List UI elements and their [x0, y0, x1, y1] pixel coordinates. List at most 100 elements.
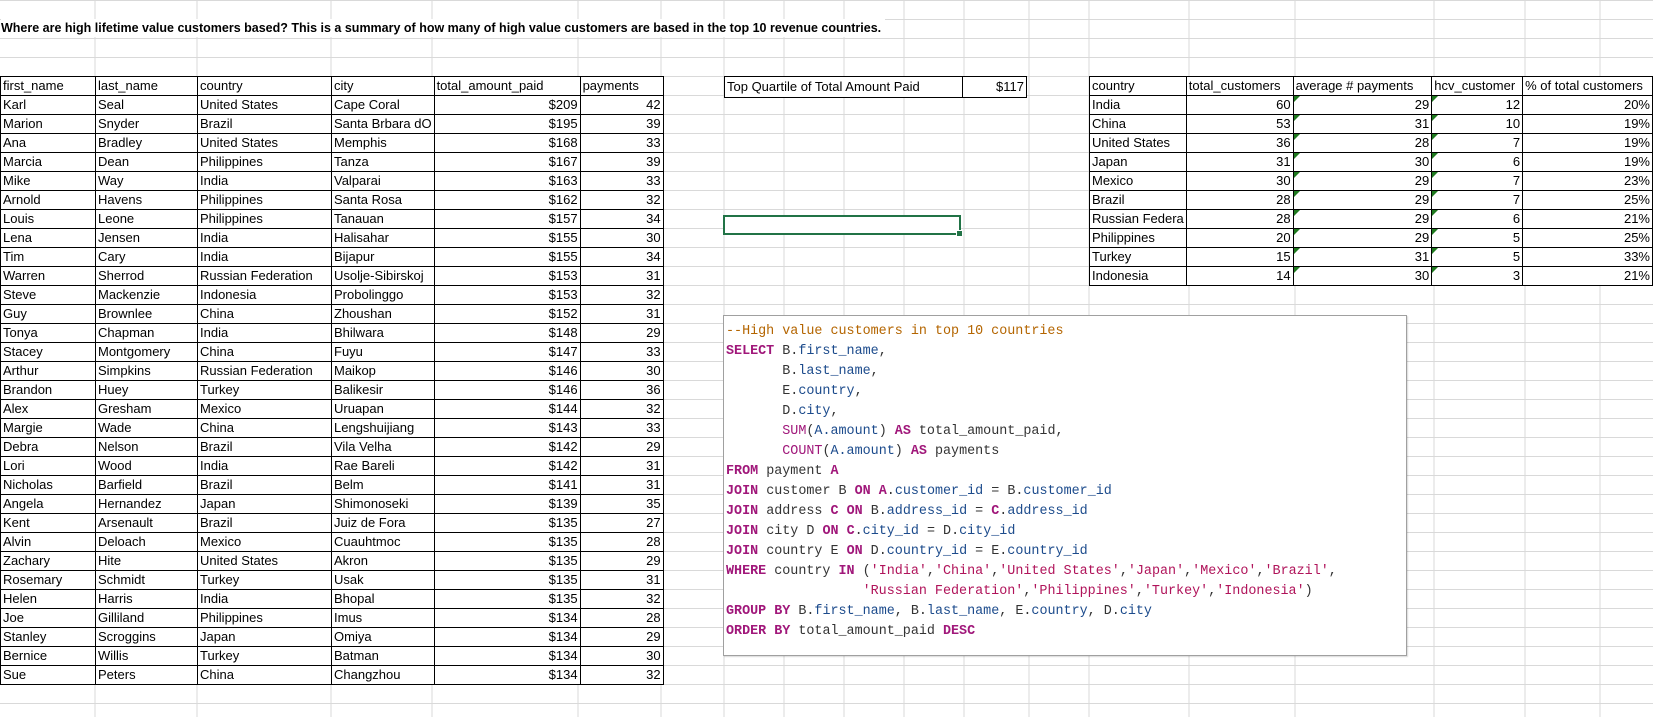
- cell-total-amount-paid[interactable]: $209: [433, 95, 581, 115]
- cell-total-amount-paid[interactable]: $134: [433, 665, 581, 685]
- cell-payments[interactable]: 32: [579, 665, 664, 685]
- cell-total-amount-paid[interactable]: $135: [433, 570, 581, 590]
- cell-first-name[interactable]: Zachary: [0, 551, 96, 571]
- cell-total-amount-paid[interactable]: $153: [433, 266, 581, 286]
- cell-total-amount-paid[interactable]: $146: [433, 380, 581, 400]
- cell-city[interactable]: Cuauhtmoc: [331, 532, 435, 552]
- cell-country[interactable]: Japan: [1089, 152, 1187, 172]
- cell-city[interactable]: Tanza: [331, 152, 435, 172]
- cell-first-name[interactable]: Nicholas: [0, 475, 96, 495]
- cell-percent-total-customers[interactable]: 19%: [1522, 114, 1653, 134]
- cell-payments[interactable]: 30: [579, 228, 664, 248]
- cell-total-amount-paid[interactable]: $142: [433, 437, 581, 457]
- cell-country[interactable]: Indonesia: [1089, 266, 1187, 286]
- cell-first-name[interactable]: Tonya: [0, 323, 96, 343]
- cell-first-name[interactable]: Bernice: [0, 646, 96, 666]
- cell-average-payments[interactable]: 29: [1292, 228, 1433, 248]
- cell-last-name[interactable]: Chapman: [95, 323, 198, 343]
- cell-city[interactable]: Rae Bareli: [331, 456, 435, 476]
- cell-country[interactable]: Mexico: [197, 399, 332, 419]
- cell-country[interactable]: Indonesia: [197, 285, 332, 305]
- cell-payments[interactable]: 33: [579, 171, 664, 191]
- cell-total-amount-paid[interactable]: $162: [433, 190, 581, 210]
- cell-hcv-customer[interactable]: 5: [1431, 228, 1524, 248]
- cell-country[interactable]: Philippines: [197, 608, 332, 628]
- cell-city[interactable]: Probolinggo: [331, 285, 435, 305]
- cell-first-name[interactable]: Arnold: [0, 190, 96, 210]
- cell-last-name[interactable]: Deloach: [95, 532, 198, 552]
- fill-handle[interactable]: [956, 230, 963, 237]
- cell-percent-total-customers[interactable]: 25%: [1522, 228, 1653, 248]
- cell-hcv-customer[interactable]: 3: [1431, 266, 1524, 286]
- cell-country[interactable]: Brazil: [1089, 190, 1187, 210]
- cell-total-amount-paid[interactable]: $142: [433, 456, 581, 476]
- cell-city[interactable]: Tanauan: [331, 209, 435, 229]
- cell-percent-total-customers[interactable]: 33%: [1522, 247, 1653, 267]
- cell-first-name[interactable]: Angela: [0, 494, 96, 514]
- cell-country[interactable]: China: [197, 342, 332, 362]
- cell-country[interactable]: Russian Federation: [197, 361, 332, 381]
- header-total-customers[interactable]: total_customers: [1185, 76, 1294, 96]
- cell-country[interactable]: United States: [197, 133, 332, 153]
- cell-total-amount-paid[interactable]: $163: [433, 171, 581, 191]
- cell-city[interactable]: Lengshuijiang: [331, 418, 435, 438]
- cell-payments[interactable]: 29: [579, 627, 664, 647]
- cell-average-payments[interactable]: 30: [1292, 152, 1433, 172]
- cell-total-amount-paid[interactable]: $148: [433, 323, 581, 343]
- cell-first-name[interactable]: Margie: [0, 418, 96, 438]
- cell-first-name[interactable]: Marcia: [0, 152, 96, 172]
- cell-total-amount-paid[interactable]: $155: [433, 228, 581, 248]
- cell-payments[interactable]: 29: [579, 437, 664, 457]
- cell-last-name[interactable]: Brownlee: [95, 304, 198, 324]
- cell-first-name[interactable]: Arthur: [0, 361, 96, 381]
- cell-percent-total-customers[interactable]: 20%: [1522, 95, 1653, 115]
- cell-payments[interactable]: 31: [579, 266, 664, 286]
- cell-country[interactable]: Japan: [197, 494, 332, 514]
- cell-payments[interactable]: 33: [579, 342, 664, 362]
- cell-country[interactable]: Mexico: [197, 532, 332, 552]
- header-average-payments[interactable]: average # payments: [1292, 76, 1433, 96]
- cell-total-amount-paid[interactable]: $134: [433, 646, 581, 666]
- cell-city[interactable]: Maikop: [331, 361, 435, 381]
- cell-total-amount-paid[interactable]: $135: [433, 513, 581, 533]
- cell-payments[interactable]: 32: [579, 190, 664, 210]
- cell-payments[interactable]: 29: [579, 323, 664, 343]
- cell-country[interactable]: China: [197, 304, 332, 324]
- cell-city[interactable]: Cape Coral: [331, 95, 435, 115]
- cell-first-name[interactable]: Lori: [0, 456, 96, 476]
- cell-city[interactable]: Akron: [331, 551, 435, 571]
- cell-total-amount-paid[interactable]: $135: [433, 532, 581, 552]
- cell-country[interactable]: India: [197, 247, 332, 267]
- cell-country[interactable]: Brazil: [197, 437, 332, 457]
- cell-payments[interactable]: 31: [579, 304, 664, 324]
- cell-city[interactable]: Imus: [331, 608, 435, 628]
- cell-total-customers[interactable]: 30: [1185, 171, 1294, 191]
- cell-average-payments[interactable]: 29: [1292, 95, 1433, 115]
- cell-last-name[interactable]: Dean: [95, 152, 198, 172]
- cell-last-name[interactable]: Wood: [95, 456, 198, 476]
- cell-average-payments[interactable]: 31: [1292, 247, 1433, 267]
- cell-country[interactable]: Turkey: [197, 646, 332, 666]
- cell-first-name[interactable]: Guy: [0, 304, 96, 324]
- cell-hcv-customer[interactable]: 6: [1431, 152, 1524, 172]
- cell-payments[interactable]: 31: [579, 456, 664, 476]
- cell-last-name[interactable]: Peters: [95, 665, 198, 685]
- cell-city[interactable]: Belm: [331, 475, 435, 495]
- cell-payments[interactable]: 32: [579, 285, 664, 305]
- cell-city[interactable]: Fuyu: [331, 342, 435, 362]
- cell-payments[interactable]: 31: [579, 475, 664, 495]
- cell-total-amount-paid[interactable]: $144: [433, 399, 581, 419]
- cell-first-name[interactable]: Marion: [0, 114, 96, 134]
- cell-total-amount-paid[interactable]: $134: [433, 608, 581, 628]
- cell-average-payments[interactable]: 31: [1292, 114, 1433, 134]
- header-country[interactable]: country: [1089, 76, 1187, 96]
- cell-payments[interactable]: 39: [579, 114, 664, 134]
- cell-last-name[interactable]: Bradley: [95, 133, 198, 153]
- cell-last-name[interactable]: Gilliland: [95, 608, 198, 628]
- cell-payments[interactable]: 32: [579, 399, 664, 419]
- cell-city[interactable]: Bijapur: [331, 247, 435, 267]
- cell-last-name[interactable]: Havens: [95, 190, 198, 210]
- cell-average-payments[interactable]: 29: [1292, 171, 1433, 191]
- cell-city[interactable]: Santa Brbara dO: [331, 114, 435, 134]
- cell-last-name[interactable]: Mackenzie: [95, 285, 198, 305]
